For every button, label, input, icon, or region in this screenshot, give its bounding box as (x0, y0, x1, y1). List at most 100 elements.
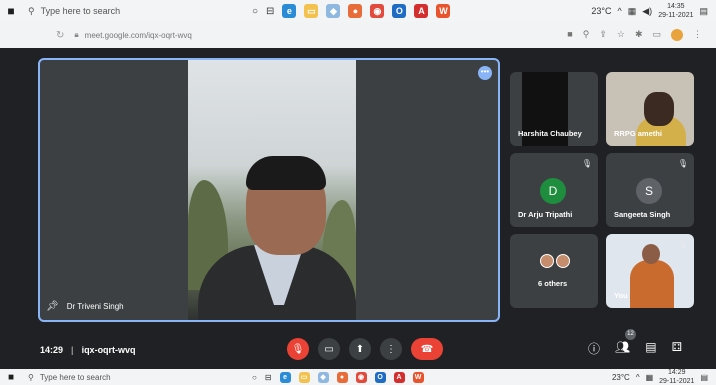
participant-count-badge: 12 (625, 329, 636, 340)
present-icon: ⬆ (355, 343, 365, 355)
chat-icon[interactable]: ▤ (645, 340, 656, 357)
pdf-icon[interactable]: A (393, 371, 405, 383)
clock[interactable]: 14:29 29-11-2021 (659, 368, 694, 385)
main-speaker-name: Dr Triveni Singh (66, 302, 124, 311)
mic-off-icon: 🎙︎ (677, 240, 688, 249)
separator: | (71, 344, 74, 355)
self-video (642, 244, 660, 264)
participant-tile[interactable]: 🎙︎ S Sangeeta Singh (606, 153, 694, 227)
notification-icon[interactable]: ▤ (700, 373, 708, 382)
profile-avatar[interactable] (671, 29, 683, 41)
main-speaker-tile[interactable]: ••• 📌︎ Dr Triveni Singh (38, 58, 500, 322)
windows-taskbar: ■ ⚲ Type here to search ○ ⊟ e ▭ ◆ ● ◉ O … (0, 0, 716, 22)
taskbar-search-placeholder: Type here to search (40, 6, 121, 16)
call-controls: 🎙︎ ▭ ⬆ ⋮ ☎ (287, 338, 443, 360)
present-button[interactable]: ⬆ (349, 338, 371, 360)
zoom-icon[interactable]: ⚲ (583, 29, 590, 41)
mic-off-icon: 🎙︎ (581, 159, 592, 168)
clock-time: 14:29 (668, 369, 686, 376)
chrome-icon[interactable]: ◉ (355, 371, 367, 383)
url-field[interactable]: meet.google.com/iqx-oqrt-wvq (85, 31, 192, 40)
more-options-button[interactable]: ⋮ (380, 338, 402, 360)
info-icon[interactable]: ⓘ (588, 340, 600, 357)
windows-taskbar-bottom: ■ ⚲ Type here to search ○ ⊟ e ▭ ◆ ● ◉ O … (0, 369, 716, 385)
outlook-icon[interactable]: O (392, 4, 407, 18)
mic-toggle-button[interactable]: 🎙︎ (287, 338, 309, 360)
hang-up-icon: ☎ (420, 343, 434, 355)
store-icon[interactable]: ◆ (326, 4, 341, 18)
taskbar-search-placeholder: Type here to search (39, 372, 111, 382)
mic-off-icon: 🎙︎ (677, 159, 688, 168)
participant-name: Sangeeta Singh (614, 210, 671, 219)
others-tile[interactable]: 6 others (510, 234, 598, 308)
extensions-icon[interactable]: ✱ (635, 29, 643, 41)
menu-icon[interactable]: ⋮ (693, 29, 702, 41)
avatar: D (540, 178, 566, 204)
clock[interactable]: 14:35 29-11-2021 (658, 2, 693, 20)
notification-icon[interactable]: ▤ (699, 6, 708, 17)
sidebar-icon[interactable]: ▭ (652, 29, 661, 41)
participant-name: Harshita Chaubey (518, 129, 582, 138)
cortana-icon[interactable]: ○ (252, 373, 257, 382)
side-controls: ⓘ 👥︎ 12 ▤ ⚃ (588, 329, 682, 357)
leave-call-button[interactable]: ☎ (411, 338, 443, 360)
temperature: 23°C (591, 6, 612, 16)
app-icon[interactable]: ● (336, 371, 348, 383)
office-icon[interactable]: W (436, 4, 451, 18)
reload-icon[interactable]: ↻ (56, 30, 64, 41)
pin-icon[interactable]: 📌︎ (46, 301, 59, 312)
outlook-icon[interactable]: O (374, 371, 386, 383)
screen: ■ ⚲ Type here to search ○ ⊟ e ▭ ◆ ● ◉ O … (0, 0, 716, 385)
activities-icon[interactable]: ⚃ (672, 340, 682, 357)
avatar (540, 254, 554, 268)
temperature: 23°C (611, 372, 630, 382)
meet-stage: ••• 📌︎ Dr Triveni Singh Harshita Chaubey… (0, 48, 716, 369)
network-icon[interactable]: ▦ (646, 373, 654, 382)
more-vertical-icon: ⋮ (386, 343, 396, 355)
store-icon[interactable]: ◆ (317, 371, 329, 383)
meeting-info: 14:29 | iqx-oqrt-wvq (40, 345, 136, 355)
edge-icon[interactable]: e (279, 371, 291, 383)
participant-tile[interactable]: RRPG amethi (606, 72, 694, 146)
file-explorer-icon[interactable]: ▭ (304, 4, 319, 18)
system-tray: 23°C ^ ▦ 14:29 29-11-2021 ▤ (612, 368, 716, 385)
cortana-icon[interactable]: ○ (252, 6, 258, 17)
chrome-icon[interactable]: ◉ (370, 4, 385, 18)
browser-address-bar: ↻ 🔒︎ meet.google.com/iqx-oqrt-wvq ■ ⚲ ⇪ … (0, 22, 716, 48)
others-label: 6 others (538, 279, 568, 288)
video-person-hair (246, 156, 326, 190)
taskbar-search[interactable]: ⚲ Type here to search (22, 369, 192, 385)
task-view-icon[interactable]: ⊟ (265, 373, 272, 382)
volume-icon[interactable]: ◀) (642, 6, 652, 17)
app-icon[interactable]: ● (348, 4, 363, 18)
participant-name: Dr Arju Tripathi (518, 210, 573, 219)
clock-time: 14:35 (667, 3, 685, 10)
speaker-video (188, 60, 356, 320)
tray-chevron-icon[interactable]: ^ (618, 6, 622, 16)
file-explorer-icon[interactable]: ▭ (298, 371, 310, 383)
camera-icon[interactable]: ■ (567, 29, 572, 41)
self-tile[interactable]: 🎙︎ You (606, 234, 694, 308)
edge-icon[interactable]: e (282, 4, 297, 18)
camera-icon: ▭ (324, 343, 334, 355)
taskbar-search[interactable]: ⚲ Type here to search (22, 0, 192, 22)
office-icon[interactable]: W (412, 371, 424, 383)
participant-tile[interactable]: Harshita Chaubey (510, 72, 598, 146)
windows-start-icon[interactable]: ■ (0, 372, 22, 383)
tray-chevron-icon[interactable]: ^ (636, 373, 640, 382)
taskbar-apps: ○ ⊟ e ▭ ◆ ● ◉ O A W (252, 371, 424, 383)
pdf-icon[interactable]: A (414, 4, 429, 18)
participant-tile[interactable]: 🎙︎ D Dr Arju Tripathi (510, 153, 598, 227)
share-icon[interactable]: ⇪ (599, 29, 607, 41)
clock-date: 29-11-2021 (659, 378, 695, 385)
people-icon[interactable]: 👥︎ (615, 340, 630, 357)
system-tray: 23°C ^ ▦ ◀) 14:35 29-11-2021 ▤ (591, 2, 716, 20)
others-avatars (540, 254, 570, 268)
bookmark-star-icon[interactable]: ☆ (617, 29, 625, 41)
camera-toggle-button[interactable]: ▭ (318, 338, 340, 360)
network-icon[interactable]: ▦ (628, 6, 637, 17)
task-view-icon[interactable]: ⊟ (266, 6, 274, 17)
windows-start-icon[interactable]: ■ (0, 4, 22, 18)
search-icon: ⚲ (28, 372, 34, 382)
more-options-icon[interactable]: ••• (478, 66, 492, 80)
